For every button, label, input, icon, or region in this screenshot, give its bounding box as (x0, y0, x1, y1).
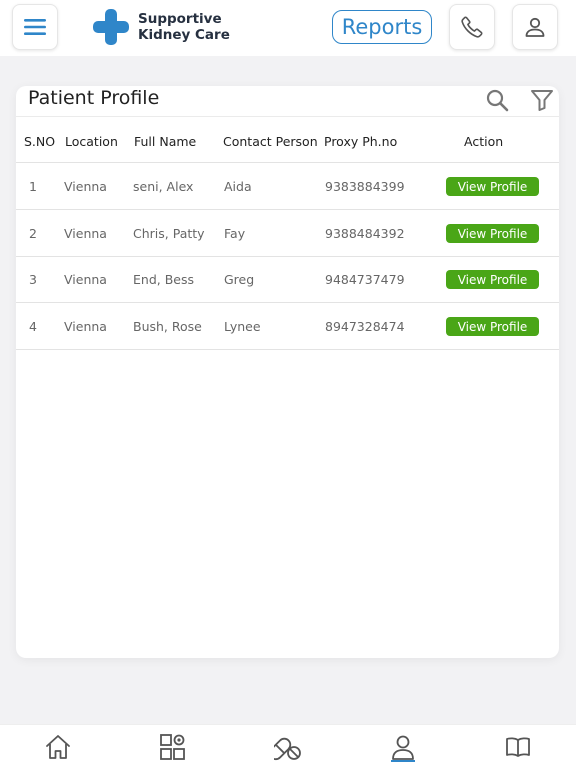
cell-sno: 1 (29, 179, 37, 194)
view-profile-button[interactable]: View Profile (446, 317, 539, 336)
nav-home[interactable] (42, 731, 74, 763)
reports-button[interactable]: Reports (332, 10, 432, 44)
view-profile-button[interactable]: View Profile (446, 177, 539, 196)
view-profile-button[interactable]: View Profile (446, 224, 539, 243)
search-icon (486, 89, 509, 112)
cell-proxy-phone: 9388484392 (325, 226, 405, 241)
medication-icon (274, 737, 301, 761)
brand-line-2: Kidney Care (138, 27, 230, 43)
patient-profile-card: Patient Profile S.NO Location Full Name … (16, 86, 559, 658)
brand-name: Supportive Kidney Care (138, 11, 230, 43)
cell-proxy-phone: 9484737479 (325, 272, 405, 287)
filter-button[interactable] (530, 88, 554, 112)
cell-full-name: Bush, Rose (133, 319, 202, 334)
nav-dashboard[interactable] (157, 731, 189, 763)
table-row: 1 Vienna seni, Alex Aida 9383884399 View… (16, 163, 559, 210)
table-header: S.NO Location Full Name Contact Person P… (16, 116, 559, 163)
cell-proxy-phone: 9383884399 (325, 179, 405, 194)
hamburger-menu-icon (24, 19, 46, 35)
dashboard-grid-icon (160, 734, 185, 760)
table-row: 3 Vienna End, Bess Greg 9484737479 View … (16, 256, 559, 303)
header-action: Action (464, 134, 504, 149)
cell-contact-person: Aida (224, 179, 252, 194)
header-sno: S.NO (24, 134, 56, 149)
user-icon (525, 17, 545, 37)
cell-full-name: seni, Alex (133, 179, 194, 194)
nav-library[interactable] (502, 731, 534, 763)
account-button[interactable] (512, 4, 558, 50)
cell-contact-person: Lynee (224, 319, 261, 334)
cell-location: Vienna (64, 272, 107, 287)
nav-medications[interactable] (272, 731, 304, 763)
cell-full-name: Chris, Patty (133, 226, 205, 241)
active-tab-indicator (391, 760, 415, 762)
bottom-navigation (0, 724, 576, 768)
page-title: Patient Profile (28, 87, 160, 109)
home-icon (46, 735, 70, 759)
brand-logo: Supportive Kidney Care (92, 8, 230, 46)
table-row: 2 Vienna Chris, Patty Fay 9388484392 Vie… (16, 210, 559, 257)
nav-patient-profile[interactable] (387, 731, 419, 763)
header-proxy-phone: Proxy Ph.no (324, 134, 398, 149)
cell-location: Vienna (64, 226, 107, 241)
view-profile-button[interactable]: View Profile (446, 270, 539, 289)
medical-cross-logo-icon (93, 9, 129, 45)
cell-sno: 2 (29, 226, 37, 241)
cell-sno: 4 (29, 319, 37, 334)
brand-line-1: Supportive (138, 11, 222, 27)
header-location: Location (65, 134, 118, 149)
table-row: 4 Vienna Bush, Rose Lynee 8947328474 Vie… (16, 303, 559, 350)
filter-icon (531, 90, 553, 111)
phone-icon (461, 16, 483, 38)
menu-button[interactable] (12, 4, 58, 50)
cell-proxy-phone: 8947328474 (325, 319, 405, 334)
book-icon (506, 737, 530, 757)
cell-sno: 3 (29, 272, 37, 287)
top-header: Supportive Kidney Care Reports (0, 0, 576, 56)
search-button[interactable] (485, 88, 509, 112)
patient-profile-icon (392, 735, 414, 760)
header-full-name: Full Name (134, 134, 197, 149)
cell-contact-person: Greg (224, 272, 255, 287)
header-contact-person: Contact Person (223, 134, 318, 149)
cell-contact-person: Fay (224, 226, 246, 241)
call-button[interactable] (449, 4, 495, 50)
cell-location: Vienna (64, 179, 107, 194)
cell-location: Vienna (64, 319, 107, 334)
cell-full-name: End, Bess (133, 272, 194, 287)
